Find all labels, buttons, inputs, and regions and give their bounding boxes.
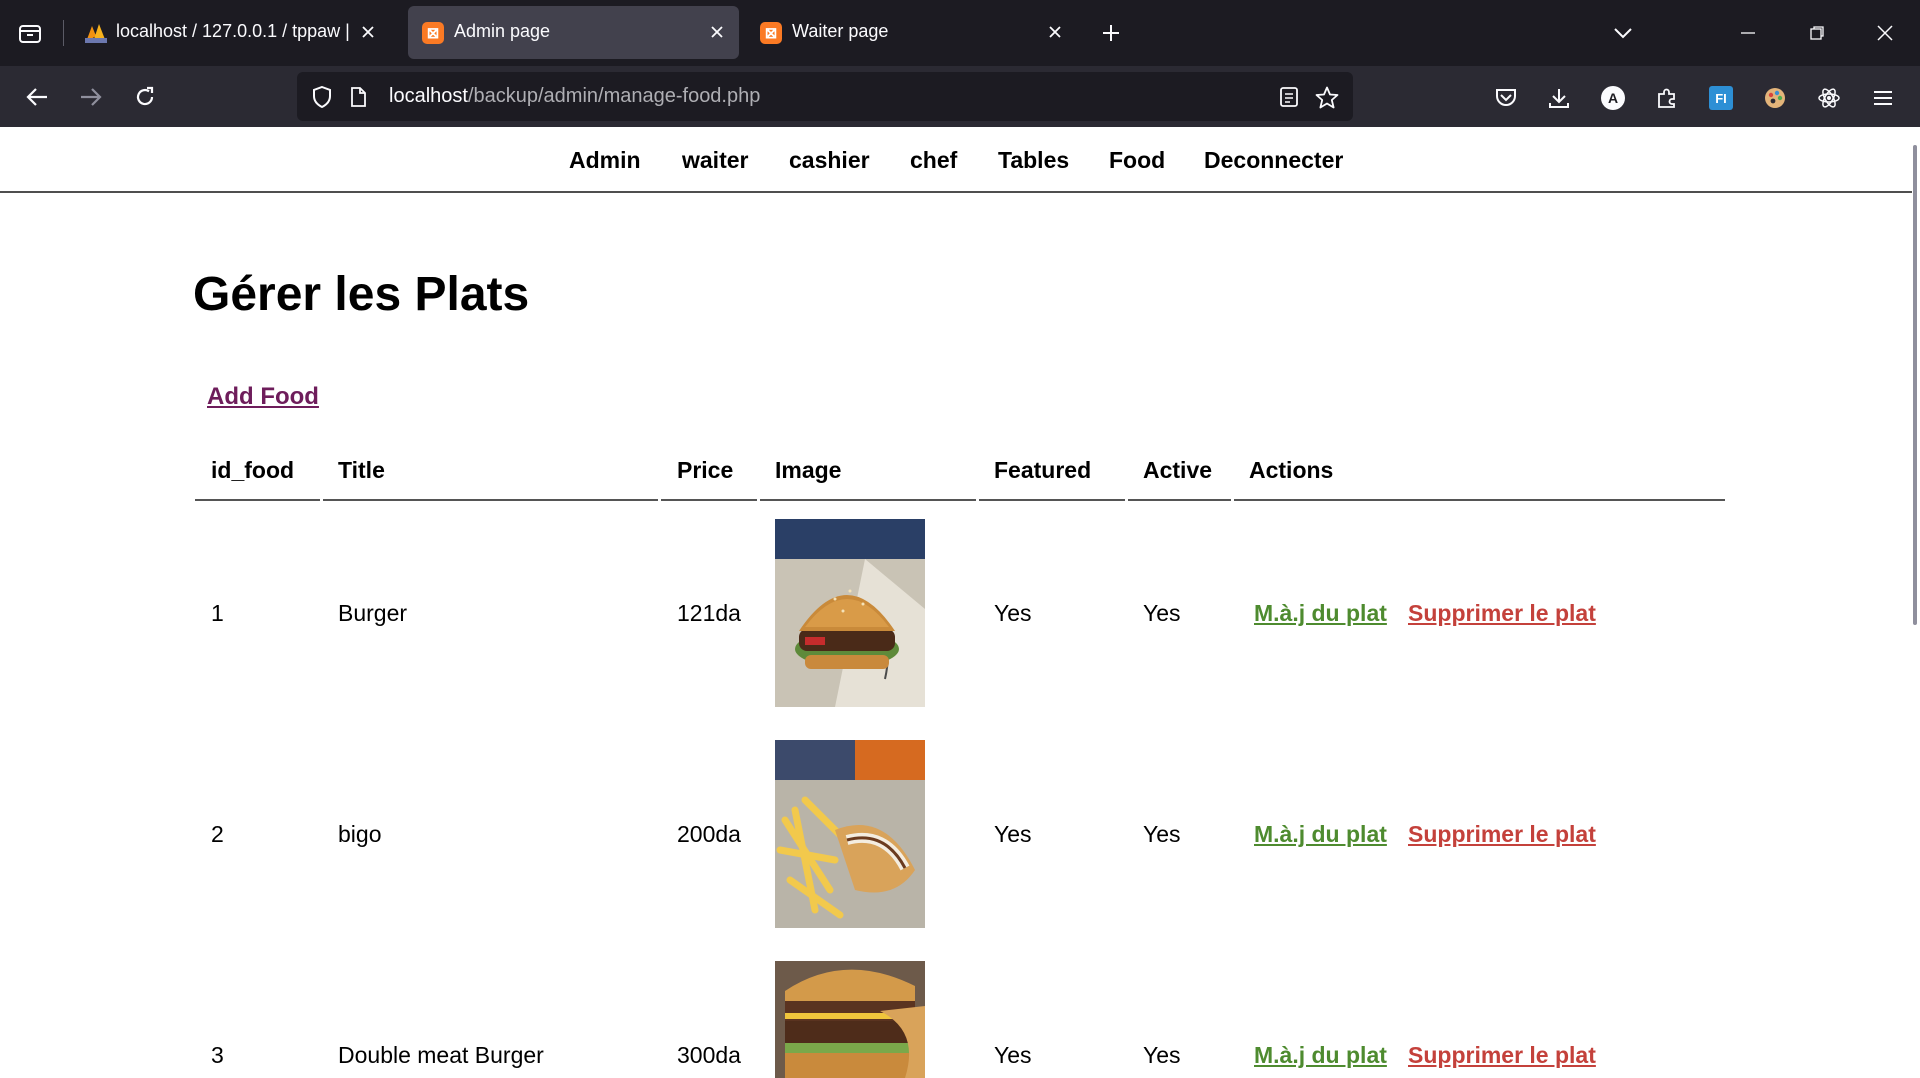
react-devtools-icon[interactable] bbox=[1813, 82, 1845, 114]
phpmyadmin-icon bbox=[84, 22, 107, 44]
column-header-featured: Featured bbox=[994, 457, 1092, 483]
color-palette-extension-icon[interactable] bbox=[1759, 82, 1791, 114]
site-navigation: Admin waiter cashier chef Tables Food De… bbox=[0, 127, 1912, 193]
cell-title: Double meat Burger bbox=[338, 1042, 544, 1068]
url-path: /backup/admin/manage-food.php bbox=[467, 85, 761, 107]
close-tab-icon[interactable] bbox=[1043, 20, 1067, 44]
xampp-icon: ⊠ bbox=[422, 22, 444, 44]
cell-id: 3 bbox=[211, 1042, 224, 1068]
header-divider bbox=[1234, 499, 1725, 501]
back-arrow-icon[interactable] bbox=[20, 80, 54, 114]
extension-badge: FI bbox=[1709, 86, 1733, 110]
extensions-puzzle-icon[interactable] bbox=[1651, 82, 1683, 114]
column-header-price: Price bbox=[677, 457, 734, 483]
nav-link-food[interactable]: Food bbox=[1109, 147, 1165, 174]
list-all-tabs-icon[interactable] bbox=[1608, 18, 1638, 48]
scrollbar[interactable] bbox=[1913, 145, 1917, 625]
header-divider bbox=[760, 499, 976, 501]
url-text[interactable]: localhost/backup/admin/manage-food.php bbox=[389, 85, 760, 108]
reload-icon[interactable] bbox=[128, 80, 162, 114]
update-food-link[interactable]: M.à.j du plat bbox=[1254, 821, 1387, 848]
xampp-icon: ⊠ bbox=[760, 22, 782, 44]
forward-arrow-icon[interactable] bbox=[74, 80, 108, 114]
delete-food-link[interactable]: Supprimer le plat bbox=[1408, 1042, 1596, 1069]
font-identifier-extension-icon[interactable]: FI bbox=[1705, 82, 1737, 114]
new-tab-icon[interactable] bbox=[1096, 18, 1126, 48]
header-divider bbox=[323, 499, 658, 501]
tab-title: localhost / 127.0.0.1 / tppaw | p bbox=[116, 21, 356, 41]
app-menu-icon[interactable] bbox=[1867, 82, 1899, 114]
burger-photo bbox=[775, 519, 925, 707]
cell-id: 1 bbox=[211, 600, 224, 626]
close-window-icon[interactable] bbox=[1867, 18, 1903, 48]
header-divider bbox=[661, 499, 757, 501]
column-header-image: Image bbox=[775, 457, 842, 483]
cell-price: 200da bbox=[677, 821, 741, 847]
header-divider bbox=[1128, 499, 1231, 501]
url-host: localhost bbox=[389, 85, 468, 107]
column-header-actions: Actions bbox=[1249, 457, 1334, 483]
cell-price: 121da bbox=[677, 600, 741, 626]
update-food-link[interactable]: M.à.j du plat bbox=[1254, 600, 1387, 627]
address-bar[interactable]: localhost/backup/admin/manage-food.php bbox=[297, 72, 1353, 121]
sandwich-fries-photo bbox=[775, 740, 925, 928]
nav-link-deconnecter[interactable]: Deconnecter bbox=[1204, 147, 1343, 174]
profile-initial: A bbox=[1601, 86, 1625, 110]
reader-view-icon[interactable] bbox=[1274, 82, 1304, 112]
cell-title: Burger bbox=[338, 600, 408, 626]
column-header-id: id_food bbox=[211, 457, 295, 483]
downloads-icon[interactable] bbox=[1543, 82, 1575, 114]
shield-icon[interactable] bbox=[307, 82, 337, 112]
nav-link-waiter[interactable]: waiter bbox=[682, 147, 748, 174]
tab-admin-page[interactable]: ⊠ Admin page bbox=[408, 6, 739, 59]
bookmark-star-icon[interactable] bbox=[1311, 81, 1343, 113]
tab-title: Admin page bbox=[454, 21, 551, 41]
browser-tab-bar: localhost / 127.0.0.1 / tppaw | p ⊠ Admi… bbox=[0, 0, 1920, 66]
page-title: Gérer les Plats bbox=[193, 268, 530, 321]
close-tab-icon[interactable] bbox=[705, 20, 729, 44]
nav-link-tables[interactable]: Tables bbox=[998, 147, 1069, 174]
column-header-title: Title bbox=[338, 457, 385, 483]
cell-featured: Yes bbox=[994, 600, 1032, 626]
minimize-window-icon[interactable] bbox=[1730, 18, 1766, 48]
nav-link-chef[interactable]: chef bbox=[910, 147, 957, 174]
tab-waiter-page[interactable]: ⊠ Waiter page bbox=[746, 6, 1077, 59]
account-avatar-icon[interactable]: A bbox=[1597, 82, 1629, 114]
header-divider bbox=[195, 499, 320, 501]
tab-separator bbox=[63, 20, 64, 46]
update-food-link[interactable]: M.à.j du plat bbox=[1254, 1042, 1387, 1069]
cell-active: Yes bbox=[1143, 600, 1181, 626]
tab-title: Waiter page bbox=[792, 21, 889, 41]
cell-featured: Yes bbox=[994, 821, 1032, 847]
pocket-icon[interactable] bbox=[1490, 82, 1522, 114]
add-food-link[interactable]: Add Food bbox=[207, 383, 319, 411]
header-divider bbox=[979, 499, 1125, 501]
page-info-icon[interactable] bbox=[343, 82, 373, 112]
cell-title: bigo bbox=[338, 821, 382, 847]
firefox-view-icon[interactable] bbox=[14, 18, 46, 48]
cell-active: Yes bbox=[1143, 1042, 1181, 1068]
restore-window-icon[interactable] bbox=[1799, 18, 1835, 48]
tab-phpmyadmin[interactable]: localhost / 127.0.0.1 / tppaw | p bbox=[70, 6, 390, 59]
cell-price: 300da bbox=[677, 1042, 741, 1068]
column-header-active: Active bbox=[1143, 457, 1213, 483]
cell-featured: Yes bbox=[994, 1042, 1032, 1068]
nav-link-cashier[interactable]: cashier bbox=[789, 147, 870, 174]
cell-id: 2 bbox=[211, 821, 224, 847]
delete-food-link[interactable]: Supprimer le plat bbox=[1408, 821, 1596, 848]
close-tab-icon[interactable] bbox=[356, 20, 380, 44]
double-burger-photo bbox=[775, 961, 925, 1078]
nav-link-admin[interactable]: Admin bbox=[569, 147, 641, 174]
page-viewport: Admin waiter cashier chef Tables Food De… bbox=[0, 127, 1920, 1078]
delete-food-link[interactable]: Supprimer le plat bbox=[1408, 600, 1596, 627]
cell-active: Yes bbox=[1143, 821, 1181, 847]
